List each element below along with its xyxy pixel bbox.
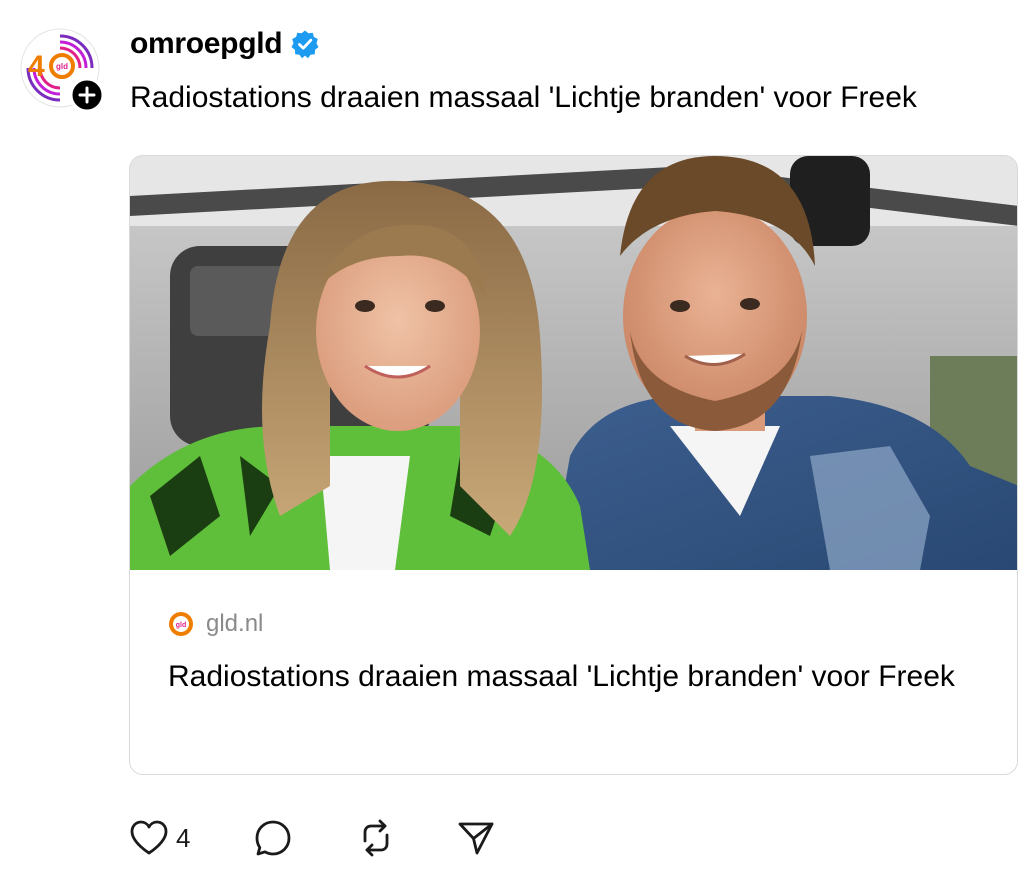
like-button[interactable]: 4 — [128, 816, 252, 860]
heart-icon — [130, 820, 168, 855]
link-preview-card[interactable]: gld gld.nl Radiostations draaien massaal… — [129, 155, 1018, 775]
svg-text:gld: gld — [176, 622, 187, 629]
username[interactable]: omroepgld — [130, 27, 283, 61]
link-source: gld gld.nl — [168, 608, 263, 640]
link-title: Radiostations draaien massaal 'Lichtje b… — [168, 660, 955, 693]
like-count: 4 — [176, 822, 191, 853]
link-preview-image — [130, 156, 1017, 570]
repost-icon — [363, 819, 389, 857]
link-domain: gld.nl — [206, 610, 264, 637]
plus-icon — [69, 77, 105, 113]
action-bar: 4 — [128, 816, 496, 860]
post-header: omroepgld — [130, 24, 320, 64]
comment-icon — [255, 820, 291, 856]
share-button[interactable] — [456, 816, 496, 860]
share-icon — [458, 822, 494, 855]
gld-favicon-icon: gld — [169, 612, 193, 636]
repost-button[interactable] — [356, 816, 456, 860]
svg-text:4: 4 — [28, 50, 45, 83]
reply-button[interactable] — [252, 816, 356, 860]
presenters-photo — [130, 156, 1017, 570]
post-text: Radiostations draaien massaal 'Lichtje b… — [130, 81, 917, 114]
verified-badge-icon — [291, 30, 319, 59]
svg-text:gld: gld — [56, 62, 68, 71]
follow-button[interactable] — [69, 77, 105, 113]
